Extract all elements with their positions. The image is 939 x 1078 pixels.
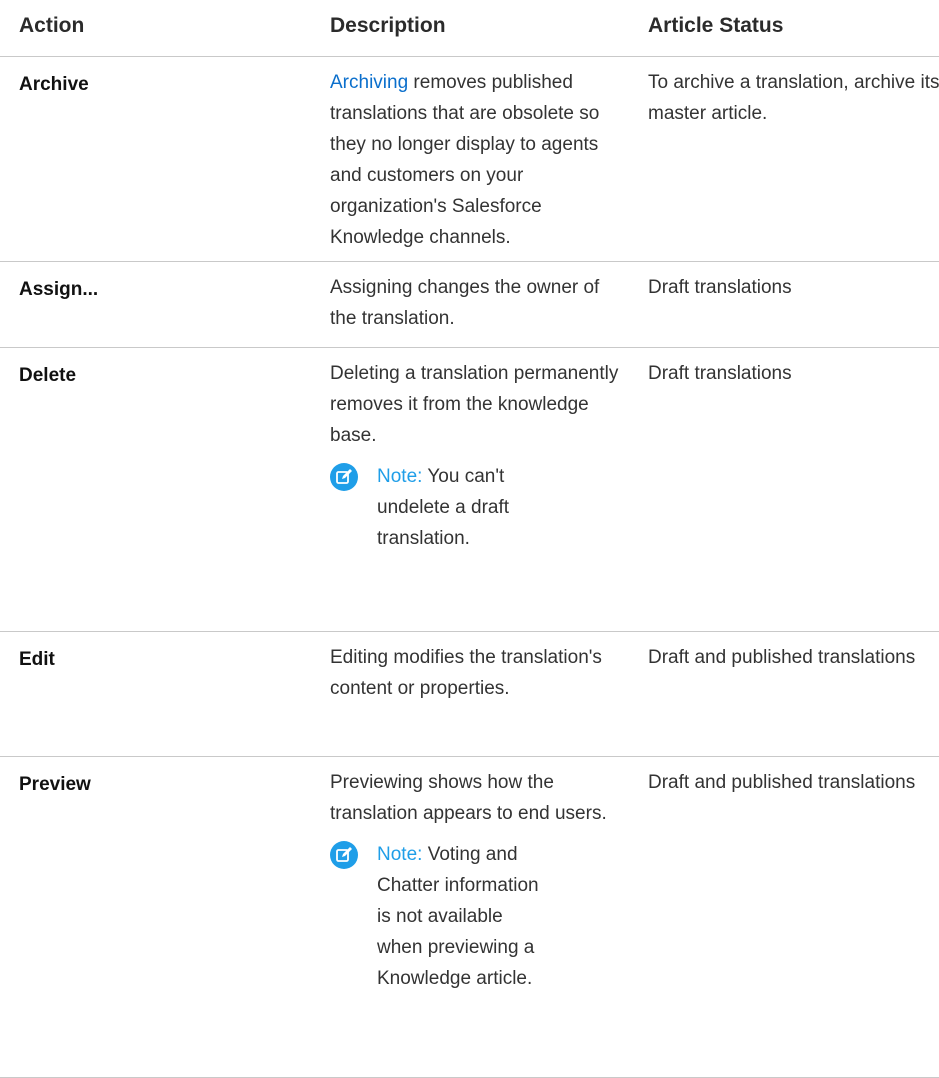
- table-row-assign: Assign... Assigning changes the owner of…: [0, 262, 939, 348]
- status-assign: Draft translations: [648, 277, 792, 298]
- table-row-archive: Archive Archiving removes published tran…: [0, 57, 939, 262]
- note-text: Voting and Chatter information is not av…: [377, 844, 539, 989]
- action-assign: Assign...: [19, 279, 99, 300]
- action-delete: Delete: [19, 365, 77, 386]
- status-archive: To archive a translation, archive its ma…: [648, 72, 939, 124]
- action-preview: Preview: [19, 774, 91, 795]
- note-delete: Note: You can't undelete a draft transla…: [330, 461, 552, 554]
- description-delete-text: Deleting a translation permanently remov…: [330, 363, 619, 446]
- description-archive: Archiving removes published translations…: [330, 67, 630, 253]
- note-edit-icon: [330, 463, 358, 491]
- archiving-link[interactable]: Archiving: [330, 72, 408, 93]
- header-description: Description: [330, 14, 446, 37]
- action-archive: Archive: [19, 74, 89, 95]
- description-preview: Previewing shows how the translation app…: [330, 767, 630, 994]
- status-edit: Draft and published translations: [648, 647, 916, 668]
- status-delete: Draft translations: [648, 363, 792, 384]
- header-article-status: Article Status: [648, 14, 784, 37]
- description-preview-text: Previewing shows how the translation app…: [330, 772, 607, 824]
- description-archive-text: removes published translations that are …: [330, 72, 600, 248]
- table-header: Action Description Article Status: [0, 0, 939, 57]
- action-edit: Edit: [19, 649, 55, 670]
- description-assign: Assigning changes the owner of the trans…: [330, 277, 600, 329]
- table-row-preview: Preview Previewing shows how the transla…: [0, 757, 939, 1078]
- actions-table: Action Description Article Status Archiv…: [0, 0, 939, 1078]
- description-delete: Deleting a translation permanently remov…: [330, 358, 630, 554]
- note-label: Note:: [377, 844, 423, 865]
- status-preview: Draft and published translations: [648, 772, 916, 793]
- table-row-edit: Edit Editing modifies the translation's …: [0, 632, 939, 757]
- note-label: Note:: [377, 466, 423, 487]
- description-edit: Editing modifies the translation's conte…: [330, 647, 602, 699]
- note-preview: Note: Voting and Chatter information is …: [330, 839, 552, 994]
- note-edit-icon: [330, 841, 358, 869]
- table-row-delete: Delete Deleting a translation permanentl…: [0, 348, 939, 632]
- header-action: Action: [19, 14, 85, 37]
